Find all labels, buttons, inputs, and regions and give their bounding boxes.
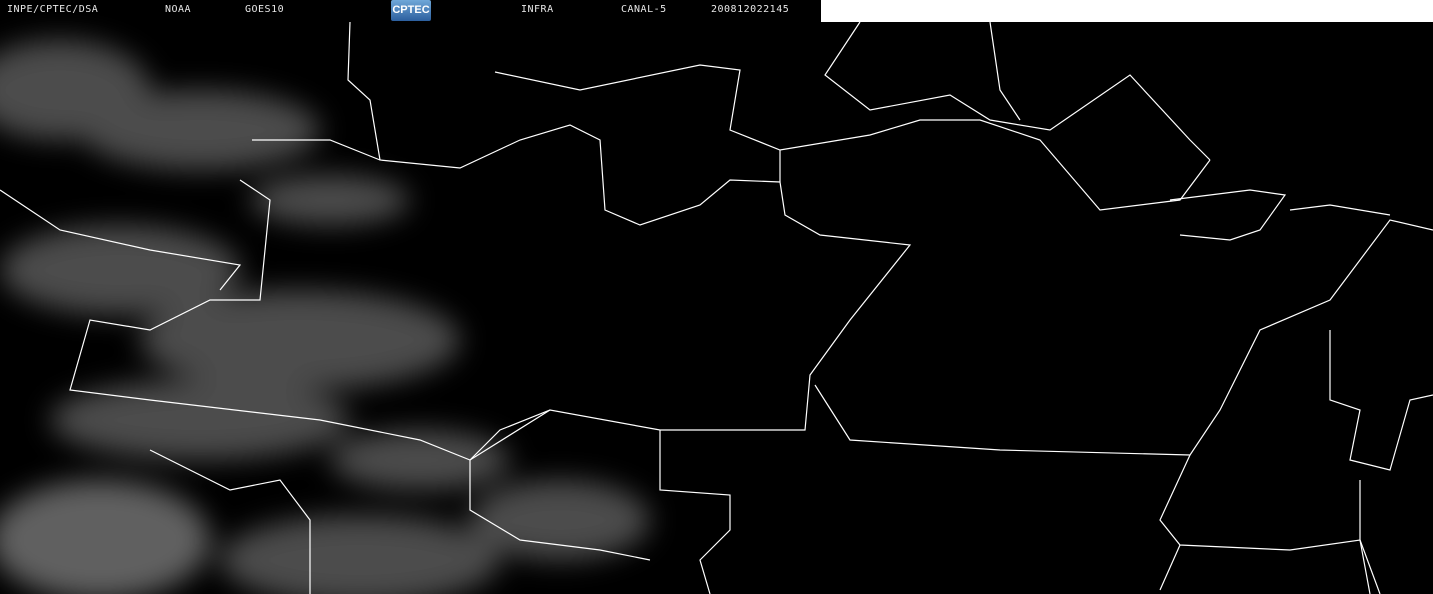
header-datetime: 200812022145 bbox=[711, 4, 790, 15]
header-blank-area bbox=[821, 0, 1433, 22]
header-channel: CANAL-5 bbox=[621, 4, 667, 15]
header-source: INPE/CPTEC/DSA bbox=[7, 4, 99, 15]
political-borders bbox=[0, 21, 1433, 594]
header-satellite: GOES10 bbox=[245, 4, 285, 15]
logo-text: CPTEC bbox=[392, 4, 430, 16]
header-band: INFRA bbox=[521, 4, 554, 15]
header-agency: NOAA bbox=[165, 4, 192, 15]
satellite-image: INPE/CPTEC/DSA NOAA GOES10 CPTEC INFRA C… bbox=[0, 0, 1433, 594]
cptec-logo: CPTEC bbox=[391, 0, 431, 21]
